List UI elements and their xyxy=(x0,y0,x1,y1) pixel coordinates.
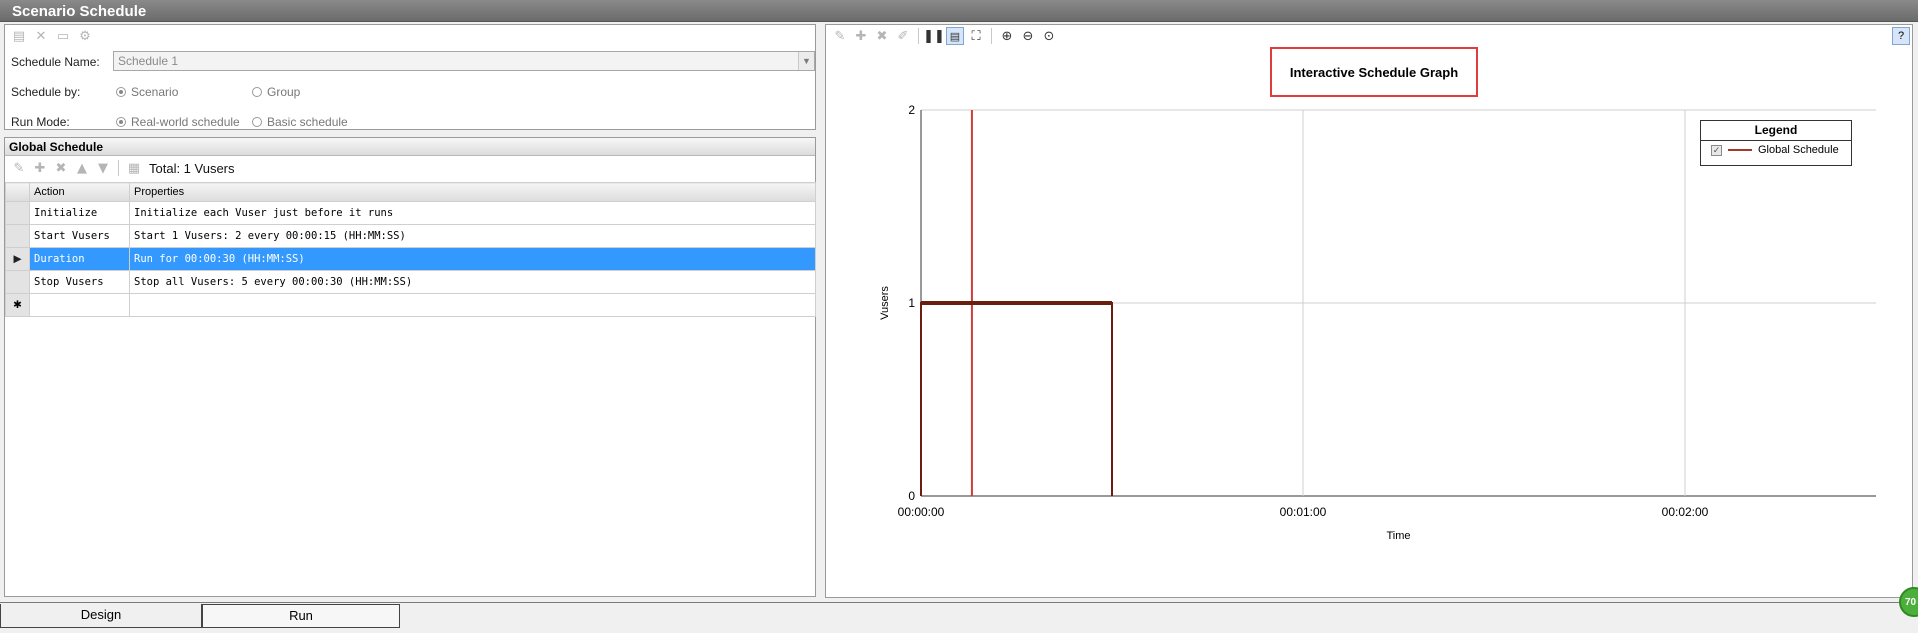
global-schedule-toolbar: ✎ ✚ ✖ ▲ ▼ ▦ Total: 1 Vusers xyxy=(5,156,815,180)
action-cell[interactable]: Stop Vusers xyxy=(29,270,130,294)
global-schedule-table: Action Properties Initialize Initialize … xyxy=(5,182,816,317)
y-tick-label: 0 xyxy=(908,489,915,503)
radio-label: Scenario xyxy=(131,85,179,99)
run-mode-real-world-radio[interactable]: Real-world schedule xyxy=(116,115,240,129)
schedule-settings-panel: ▤ ✕ ▭ ⚙ Schedule Name: Schedule 1 ▼ Sche… xyxy=(4,24,816,130)
table-row[interactable]: Start Vusers Start 1 Vusers: 2 every 00:… xyxy=(5,224,816,248)
move-down-icon[interactable]: ▼ xyxy=(94,159,112,177)
chevron-down-icon[interactable]: ▼ xyxy=(798,52,814,70)
radio-selected-icon xyxy=(116,87,126,97)
view-tabs: Design Run xyxy=(0,602,1918,633)
checkbox-checked-icon[interactable]: ✓ xyxy=(1711,144,1722,156)
global-schedule-title: Global Schedule xyxy=(5,138,815,156)
legend-item[interactable]: ✓ Global Schedule xyxy=(1701,141,1851,156)
global-schedule-panel: Global Schedule ✎ ✚ ✖ ▲ ▼ ▦ Total: 1 Vus… xyxy=(4,137,816,597)
chart-title-highlight: Interactive Schedule Graph xyxy=(1270,47,1478,97)
run-mode-label: Run Mode: xyxy=(11,115,70,129)
schedule-name-label: Schedule Name: xyxy=(11,55,100,69)
properties-cell[interactable]: Initialize each Vuser just before it run… xyxy=(129,201,816,225)
schedule-chart: 0 1 2 00:00:00 00:01:00 00:02:00 Time Vusers xyxy=(879,103,1876,542)
radio-selected-icon xyxy=(116,117,126,127)
schedule-by-group-radio[interactable]: Group xyxy=(252,85,300,99)
radio-label: Group xyxy=(267,85,301,99)
column-header-action[interactable]: Action xyxy=(29,182,130,202)
schedule-name-value: Schedule 1 xyxy=(118,54,179,68)
y-tick-label: 1 xyxy=(908,296,915,310)
radio-unselected-icon xyxy=(252,117,262,127)
move-up-icon[interactable]: ▲ xyxy=(73,159,91,177)
legend-label: Global Schedule xyxy=(1758,144,1839,156)
toolbar-separator xyxy=(118,160,119,176)
series-line xyxy=(920,302,1113,496)
radio-label: Basic schedule xyxy=(267,115,348,129)
schedule-by-scenario-radio[interactable]: Scenario xyxy=(116,85,178,99)
edit-action-icon[interactable]: ✎ xyxy=(10,159,28,177)
schedule-by-row: Schedule by: Scenario Group xyxy=(5,81,817,103)
vusers-icon: ▦ xyxy=(127,160,141,176)
y-tick-label: 2 xyxy=(908,103,915,117)
current-row-arrow-icon[interactable]: ▶ xyxy=(5,247,30,271)
row-selector[interactable] xyxy=(5,270,30,294)
chart-legend: Legend ✓ Global Schedule xyxy=(1700,120,1852,166)
row-header-corner xyxy=(5,182,30,202)
radio-label: Real-world schedule xyxy=(131,115,240,129)
action-cell[interactable]: Duration xyxy=(29,247,130,271)
add-action-icon[interactable]: ✚ xyxy=(31,159,49,177)
x-axis-label: Time xyxy=(1386,530,1410,542)
x-tick-label: 00:02:00 xyxy=(1662,505,1709,519)
run-mode-row: Run Mode: Real-world schedule Basic sche… xyxy=(5,111,817,133)
rename-icon[interactable]: ▭ xyxy=(54,27,72,45)
action-cell-empty[interactable] xyxy=(29,293,130,317)
legend-title: Legend xyxy=(1701,121,1851,141)
radio-unselected-icon xyxy=(252,87,262,97)
chart-title: Interactive Schedule Graph xyxy=(1289,64,1459,80)
schedule-by-label: Schedule by: xyxy=(11,85,81,99)
column-header-properties[interactable]: Properties xyxy=(129,182,816,202)
action-cell[interactable]: Start Vusers xyxy=(29,224,130,248)
legend-swatch xyxy=(1728,149,1752,151)
table-row[interactable]: Stop Vusers Stop all Vusers: 5 every 00:… xyxy=(5,270,816,294)
properties-cell-empty[interactable] xyxy=(129,293,816,317)
run-mode-basic-radio[interactable]: Basic schedule xyxy=(252,115,348,129)
tab-run[interactable]: Run xyxy=(202,604,400,628)
y-axis-label: Vusers xyxy=(879,286,891,320)
table-header-row: Action Properties xyxy=(5,182,816,202)
table-row-selected[interactable]: ▶ Duration Run for 00:00:30 (HH:MM:SS) xyxy=(5,247,816,271)
new-row-asterisk-icon[interactable]: ✱ xyxy=(5,293,30,317)
x-tick-label: 00:00:00 xyxy=(898,505,945,519)
new-schedule-icon[interactable]: ▤ xyxy=(10,27,28,45)
row-selector[interactable] xyxy=(5,224,30,248)
action-cell[interactable]: Initialize xyxy=(29,201,130,225)
schedule-name-dropdown[interactable]: Schedule 1 ▼ xyxy=(113,51,815,71)
properties-cell[interactable]: Run for 00:00:30 (HH:MM:SS) xyxy=(129,247,816,271)
table-row[interactable]: Initialize Initialize each Vuser just be… xyxy=(5,201,816,225)
schedule-properties-icon[interactable]: ⚙ xyxy=(76,27,94,45)
properties-cell[interactable]: Stop all Vusers: 5 every 00:00:30 (HH:MM… xyxy=(129,270,816,294)
x-tick-label: 00:01:00 xyxy=(1280,505,1327,519)
window-title: Scenario Schedule xyxy=(0,0,1918,22)
row-selector[interactable] xyxy=(5,201,30,225)
total-vusers: Total: 1 Vusers xyxy=(149,160,235,176)
settings-toolbar: ▤ ✕ ▭ ⚙ xyxy=(5,25,815,47)
schedule-name-row: Schedule Name: Schedule 1 ▼ xyxy=(5,51,817,73)
properties-cell[interactable]: Start 1 Vusers: 2 every 00:00:15 (HH:MM:… xyxy=(129,224,816,248)
delete-action-icon[interactable]: ✖ xyxy=(52,159,70,177)
schedule-graph-panel: ✎ ✚ ✖ ✐ ❚❚ ▤ ⛶ ⊕ ⊖ ⊙ ? 0 1 2 00:00:00 00:01:… xyxy=(825,24,1913,598)
tab-design[interactable]: Design xyxy=(0,604,202,628)
new-row[interactable]: ✱ xyxy=(5,293,816,317)
delete-icon[interactable]: ✕ xyxy=(32,27,50,45)
